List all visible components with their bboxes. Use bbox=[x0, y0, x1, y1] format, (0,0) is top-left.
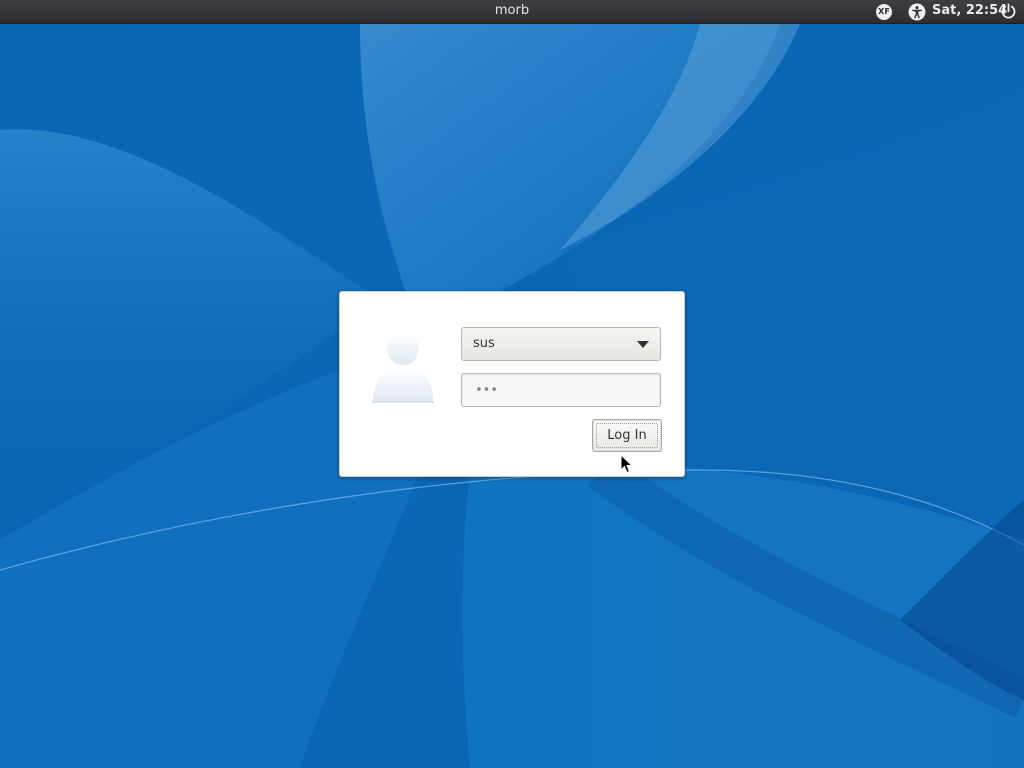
clock[interactable]: Sat, 22:54 bbox=[932, 3, 1007, 18]
accessibility-icon[interactable] bbox=[908, 3, 926, 21]
login-button[interactable]: Log In bbox=[592, 419, 662, 452]
login-button-label: Log In bbox=[607, 428, 647, 443]
hostname-label: morb bbox=[494, 3, 530, 18]
selected-user-label: sus bbox=[473, 336, 495, 351]
keyboard-layout-icon[interactable]: XF bbox=[876, 4, 892, 20]
top-panel: morb XF Sat, 22:54 bbox=[0, 0, 1024, 24]
password-field[interactable] bbox=[461, 373, 661, 407]
desktop: morb XF Sat, 22:54 sus ••• Log In bbox=[0, 0, 1024, 768]
login-dialog: sus Log In bbox=[339, 291, 685, 477]
mouse-cursor-icon bbox=[620, 454, 634, 474]
user-select[interactable]: sus bbox=[461, 327, 661, 361]
power-icon[interactable] bbox=[1000, 3, 1017, 20]
user-avatar-icon bbox=[372, 333, 434, 403]
dropdown-arrow-icon bbox=[637, 341, 649, 348]
